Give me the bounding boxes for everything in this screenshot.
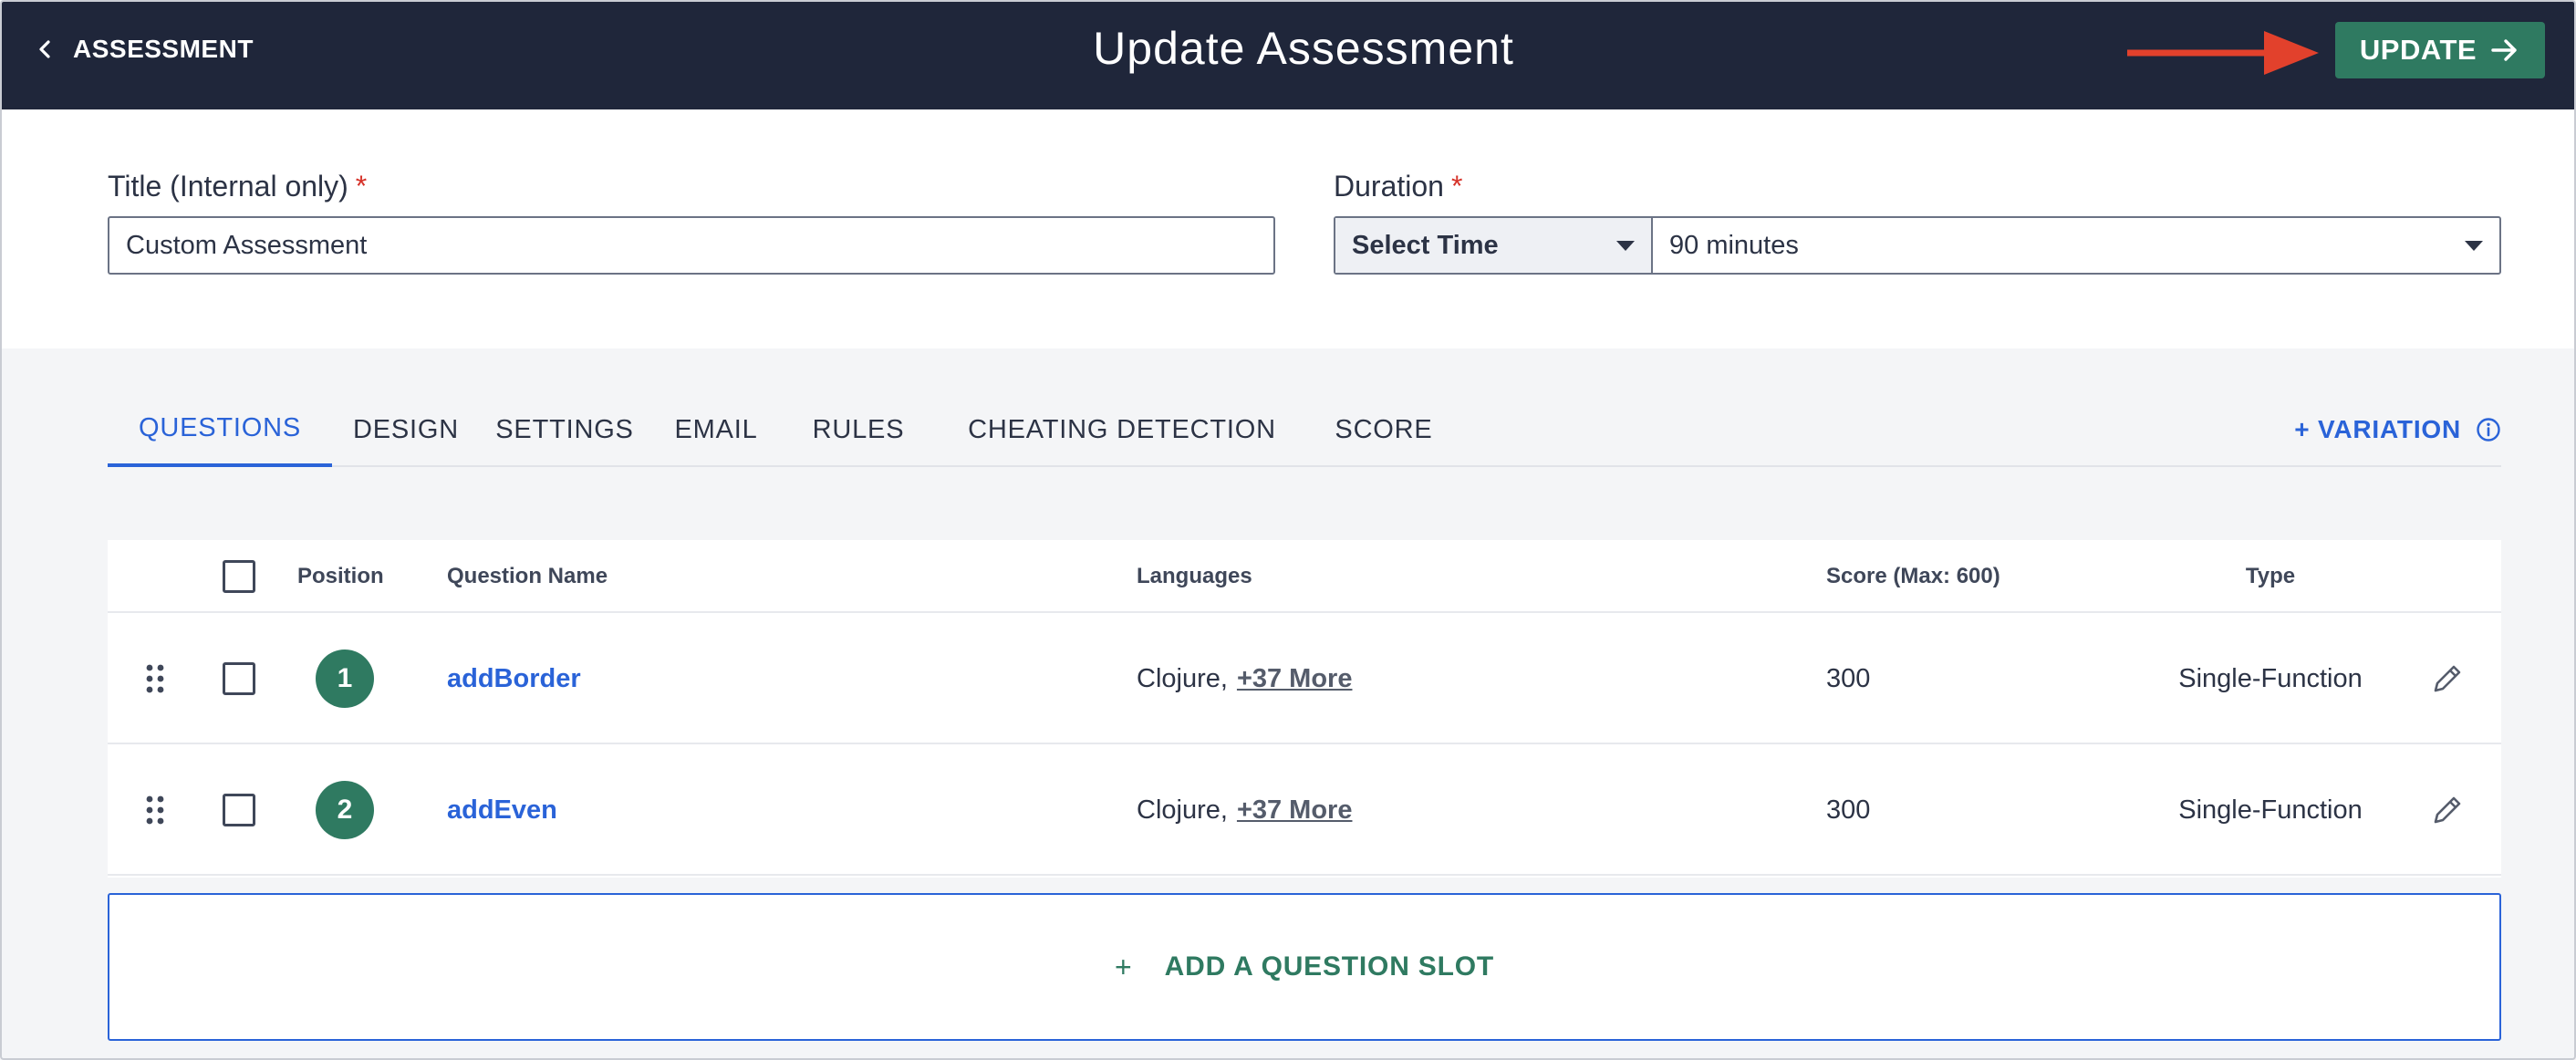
duration-value-select[interactable]: 90 minutes [1653, 218, 2499, 273]
variation-control: + VARIATION [2294, 392, 2501, 467]
update-label: UPDATE [2359, 34, 2477, 66]
back-link[interactable]: ASSESSMENT [35, 29, 254, 69]
tab-email[interactable]: EMAIL [649, 392, 783, 467]
score-value: 300 [1826, 663, 1871, 693]
duration-value: 90 minutes [1669, 230, 1799, 260]
title-label-text: Title (Internal only) [108, 170, 348, 203]
position-badge: 1 [316, 650, 374, 708]
tab-questions[interactable]: QUESTIONS [108, 392, 332, 467]
caret-down-icon [1616, 240, 1635, 251]
table-row: 2 addEven Clojure, +37 More 300 Single-F… [108, 744, 2501, 876]
more-languages-link[interactable]: +37 More [1237, 795, 1353, 826]
table-row: 1 addBorder Clojure, +37 More 300 Single… [108, 613, 2501, 744]
arrow-right-icon [2491, 39, 2517, 61]
duration-label: Duration * [1334, 170, 1462, 203]
questions-table: Position Question Name Languages Score (… [108, 540, 2501, 878]
drag-handle-icon[interactable] [144, 744, 166, 876]
header-question-name: Question Name [447, 564, 608, 588]
type-value: Single-Function [2178, 663, 2363, 693]
question-name-link[interactable]: addEven [447, 795, 557, 826]
add-variation-button[interactable]: + VARIATION [2294, 415, 2461, 444]
header-type: Type [2245, 564, 2296, 588]
caret-down-icon [2465, 240, 2483, 251]
chevron-left-icon [39, 40, 50, 58]
red-arrow-icon [2127, 31, 2319, 75]
header-languages: Languages [1137, 564, 1252, 588]
language-text: Clojure, [1137, 795, 1228, 825]
score-value: 300 [1826, 795, 1871, 825]
language-text: Clojure, [1137, 663, 1228, 693]
row-checkbox[interactable] [223, 794, 255, 826]
position-badge: 2 [316, 781, 374, 839]
duration-unit-select[interactable]: Select Time [1335, 218, 1653, 273]
header-score: Score (Max: 600) [1826, 564, 2000, 588]
edit-pencil-icon[interactable] [2430, 744, 2465, 876]
header-position: Position [297, 564, 384, 588]
plus-icon: + [1114, 950, 1132, 983]
question-name-link[interactable]: addBorder [447, 664, 581, 694]
edit-pencil-icon[interactable] [2430, 613, 2465, 744]
duration-label-text: Duration [1334, 170, 1444, 203]
select-all-checkbox[interactable] [223, 560, 255, 593]
update-button[interactable]: UPDATE [2335, 22, 2545, 78]
drag-handle-icon[interactable] [144, 613, 166, 744]
required-mark: * [355, 170, 368, 203]
tab-score[interactable]: SCORE [1310, 392, 1458, 467]
required-mark: * [1450, 170, 1463, 203]
duration-unit-value: Select Time [1352, 230, 1499, 260]
assessment-form: Title (Internal only) * Custom Assessment… [2, 109, 2574, 348]
type-value: Single-Function [2178, 795, 2363, 825]
table-header: Position Question Name Languages Score (… [108, 540, 2501, 613]
more-languages-link[interactable]: +37 More [1237, 664, 1353, 694]
back-label: ASSESSMENT [73, 35, 254, 63]
add-question-slot-button[interactable]: + ADD A QUESTION SLOT [108, 893, 2501, 1041]
tab-cheating-detection[interactable]: CHEATING DETECTION [934, 392, 1310, 467]
title-label: Title (Internal only) * [108, 170, 367, 203]
tab-design[interactable]: DESIGN [332, 392, 480, 467]
tab-settings[interactable]: SETTINGS [480, 392, 649, 467]
title-input[interactable]: Custom Assessment [108, 216, 1275, 275]
add-question-slot-label: ADD A QUESTION SLOT [1164, 951, 1494, 982]
info-icon[interactable] [2476, 417, 2501, 442]
tab-bar: QUESTIONS DESIGN SETTINGS EMAIL RULES CH… [108, 392, 2501, 467]
app-window: ASSESSMENT Update Assessment UPDATE Titl… [0, 0, 2576, 1060]
top-bar: ASSESSMENT Update Assessment UPDATE [2, 2, 2574, 109]
row-checkbox[interactable] [223, 662, 255, 695]
tab-rules[interactable]: RULES [783, 392, 934, 467]
duration-field: Select Time 90 minutes [1334, 216, 2501, 275]
